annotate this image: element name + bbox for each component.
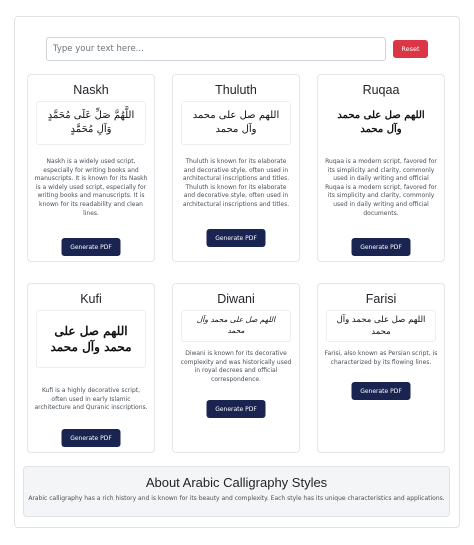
card-description: Naskh is a widely used script, especiall… bbox=[34, 158, 148, 217]
calligraphy-sample: اللهم صل على محمد وآل محمد bbox=[181, 101, 291, 145]
card-thuluth: Thuluth اللهم صل على محمد وآل محمد Thulu… bbox=[172, 74, 300, 262]
generate-pdf-button-kufi[interactable]: Generate PDF bbox=[61, 429, 121, 447]
card-kufi: Kufi اللهم صل على محمد وآل محمد Kufi is … bbox=[27, 283, 155, 453]
sample-text: اللهم صل على محمد وآل محمد bbox=[50, 323, 132, 354]
card-title: Kufi bbox=[80, 292, 102, 306]
card-title: Ruqaa bbox=[362, 83, 400, 97]
sample-text: اللَّهُمَّ صَلِّ عَلَى مُحَمَّدٍ وَآلِ م… bbox=[47, 109, 135, 136]
sample-text: اللهم صل على محمد وآل محمد bbox=[196, 315, 276, 335]
calligraphy-sample: اللهم صل على محمد وآل محمد bbox=[181, 310, 291, 342]
calligraphy-sample: اللهم صل على محمد وآل محمد bbox=[326, 310, 436, 342]
sample-text: اللهم صل على محمد وآل محمد bbox=[192, 109, 280, 136]
card-description: Diwani is known for its decorative compl… bbox=[180, 350, 292, 383]
card-title: Farisi bbox=[365, 292, 397, 306]
about-title: About Arabic Calligraphy Styles bbox=[145, 475, 328, 490]
card-ruqaa: Ruqaa اللهم صل على محمد وآل محمد Ruqaa i… bbox=[317, 74, 445, 262]
card-naskh: Naskh اللَّهُمَّ صَلِّ عَلَى مُحَمَّدٍ و… bbox=[27, 74, 155, 262]
sample-text: اللهم صل على محمد وآل محمد bbox=[336, 314, 426, 337]
card-description: Ruqaa is a modern script, favored for it… bbox=[325, 158, 437, 217]
card-description: Kufi is a highly decorative script, ofte… bbox=[34, 387, 148, 412]
about-text: Arabic calligraphy has a rich history an… bbox=[28, 495, 445, 502]
generate-pdf-button-farisi[interactable]: Generate PDF bbox=[351, 382, 411, 400]
reset-button[interactable]: Reset bbox=[393, 40, 428, 58]
card-diwani: Diwani اللهم صل على محمد وآل محمد Diwani… bbox=[172, 283, 300, 453]
generate-pdf-button-thuluth[interactable]: Generate PDF bbox=[206, 229, 266, 247]
card-farisi: Farisi اللهم صل على محمد وآل محمد Farisi… bbox=[317, 283, 445, 453]
card-description: Thuluth is known for its elaborate and d… bbox=[182, 158, 290, 208]
generate-pdf-button-naskh[interactable]: Generate PDF bbox=[61, 238, 121, 256]
card-title: Diwani bbox=[217, 292, 255, 306]
input-row: Reset bbox=[46, 37, 428, 61]
sample-text: اللهم صل على محمد وآل محمد bbox=[337, 109, 425, 136]
card-title: Thuluth bbox=[215, 83, 257, 97]
calligraphy-sample: اللَّهُمَّ صَلِّ عَلَى مُحَمَّدٍ وَآلِ م… bbox=[36, 101, 146, 145]
generate-pdf-button-ruqaa[interactable]: Generate PDF bbox=[351, 238, 411, 256]
calligraphy-sample: اللهم صل على محمد وآل محمد bbox=[36, 310, 146, 368]
generate-pdf-button-diwani[interactable]: Generate PDF bbox=[206, 400, 266, 418]
text-input[interactable] bbox=[46, 37, 386, 61]
about-section: About Arabic Calligraphy Styles Arabic c… bbox=[23, 466, 450, 517]
calligraphy-sample: اللهم صل على محمد وآل محمد bbox=[326, 101, 436, 145]
card-title: Naskh bbox=[73, 83, 109, 97]
card-description: Farisi, also known as Persian script, is… bbox=[324, 350, 438, 366]
